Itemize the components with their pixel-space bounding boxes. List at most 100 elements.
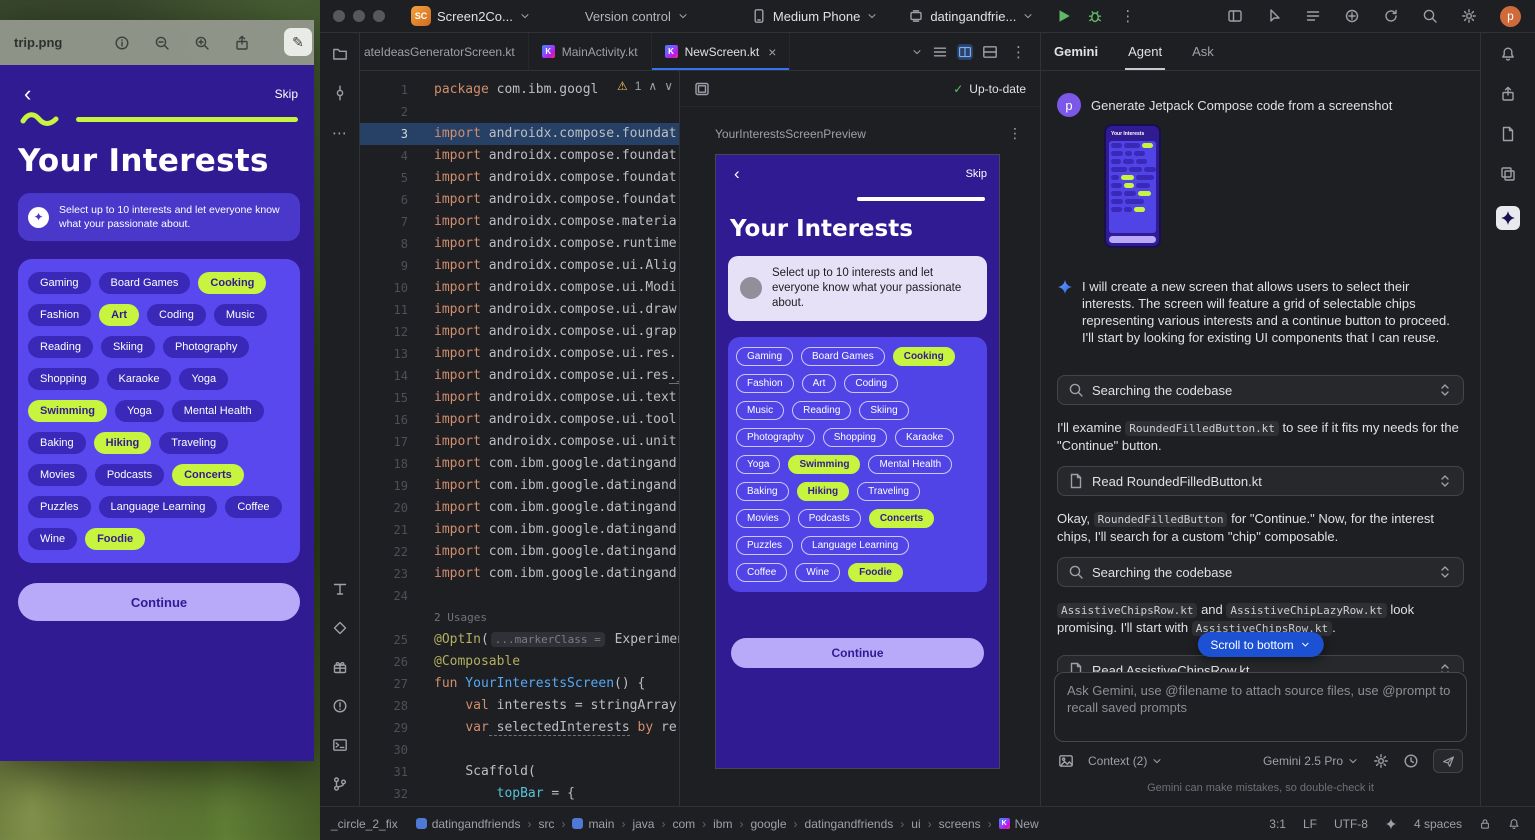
breadcrumb-google[interactable]: google — [750, 817, 786, 831]
code-line[interactable]: 14import androidx.compose.ui.res._ — [360, 365, 679, 387]
send-button[interactable] — [1433, 749, 1463, 773]
window-close-button[interactable] — [333, 10, 345, 22]
code-line[interactable]: 2 — [360, 101, 679, 123]
indent-style[interactable]: 4 spaces — [1414, 817, 1462, 831]
status-task[interactable]: _circle_2_fix — [331, 817, 398, 831]
markup-pencil-button[interactable]: ✎ — [284, 28, 312, 56]
problems-icon[interactable] — [332, 698, 348, 714]
code-line[interactable]: 6import androidx.compose.foundat — [360, 189, 679, 211]
breadcrumb-datingandfriends[interactable]: datingandfriends — [416, 817, 521, 831]
code-line[interactable]: 7import androidx.compose.materia — [360, 211, 679, 233]
editor-list-view-icon[interactable] — [932, 44, 948, 60]
model-selector[interactable]: Gemini 2.5 Pro — [1263, 754, 1359, 768]
gemini-tool-button[interactable] — [1496, 206, 1520, 230]
file-encoding[interactable]: UTF-8 — [1334, 817, 1368, 831]
resource-manager-icon[interactable] — [1500, 166, 1516, 182]
dependencies-icon[interactable] — [332, 620, 348, 636]
expand-collapse-icon[interactable] — [1437, 662, 1453, 672]
code-line[interactable]: 18import com.ibm.google.datingand — [360, 453, 679, 475]
notifications-icon[interactable] — [1500, 46, 1516, 62]
line-separator[interactable]: LF — [1303, 817, 1317, 831]
code-line[interactable]: 11import androidx.compose.ui.draw — [360, 299, 679, 321]
code-line[interactable]: 10import androidx.compose.ui.Modi — [360, 277, 679, 299]
share-icon[interactable] — [234, 35, 250, 51]
zoom-in-icon[interactable] — [194, 35, 210, 51]
breadcrumb-ibm[interactable]: ibm — [713, 817, 732, 831]
code-line[interactable]: 27fun YourInterestsScreen() { — [360, 673, 679, 695]
project-tool-icon[interactable] — [332, 46, 348, 62]
expand-collapse-icon[interactable] — [1437, 564, 1453, 580]
code-line[interactable]: 24 — [360, 585, 679, 607]
code-line[interactable]: 21import com.ibm.google.datingand — [360, 519, 679, 541]
device-explorer-icon[interactable] — [1500, 126, 1516, 142]
breadcrumb-ui[interactable]: ui — [911, 817, 920, 831]
code-line[interactable]: 12import androidx.compose.ui.grap — [360, 321, 679, 343]
run-config-selector[interactable]: datingandfrie... — [908, 8, 1034, 24]
code-line[interactable]: 20import com.ibm.google.datingand — [360, 497, 679, 519]
code-line[interactable]: 30 — [360, 739, 679, 761]
vcs-widget[interactable]: Version control — [585, 9, 689, 24]
ai-status-icon[interactable] — [1385, 818, 1397, 830]
scroll-to-bottom-button[interactable]: Scroll to bottom — [1197, 632, 1323, 657]
agent-action-searching-the-codebase[interactable]: Searching the codebase — [1057, 375, 1464, 405]
tab-list-chevron-icon[interactable] — [911, 46, 923, 58]
layout-inspector-icon[interactable] — [332, 581, 348, 597]
preview-canvas[interactable]: ‹ Skip Your Interests Select up to 10 in… — [715, 154, 1000, 769]
split-view-icon[interactable] — [957, 44, 973, 60]
device-selector[interactable]: Medium Phone — [751, 8, 878, 24]
preview-options-icon[interactable]: ⋮ — [1008, 125, 1022, 142]
split-bottom-icon[interactable] — [982, 44, 998, 60]
sync-icon[interactable] — [1383, 8, 1399, 24]
close-tab-icon[interactable]: × — [768, 44, 776, 60]
editor-more-icon[interactable]: ⋮ — [1007, 43, 1030, 61]
more-actions-icon[interactable]: ⋮ — [1116, 7, 1139, 25]
profiler-icon[interactable] — [1266, 8, 1282, 24]
tab-agent[interactable]: Agent — [1128, 33, 1162, 70]
code-line[interactable]: 28 val interests = stringArray — [360, 695, 679, 717]
window-minimize-button[interactable] — [353, 10, 365, 22]
code-line[interactable]: 23import com.ibm.google.datingand — [360, 563, 679, 585]
code-line[interactable]: 15import androidx.compose.ui.text — [360, 387, 679, 409]
code-line[interactable]: 9import androidx.compose.ui.Alig — [360, 255, 679, 277]
gemini-settings-icon[interactable] — [1373, 753, 1389, 769]
user-avatar[interactable]: p — [1500, 6, 1521, 27]
breadcrumb-java[interactable]: java — [632, 817, 654, 831]
debug-button[interactable] — [1087, 8, 1103, 24]
history-icon[interactable] — [1403, 753, 1419, 769]
ui-check-mode-icon[interactable] — [694, 81, 710, 97]
settings-icon[interactable] — [1461, 8, 1477, 24]
tab-ask[interactable]: Ask — [1192, 33, 1214, 70]
breadcrumb-datingandfriends[interactable]: datingandfriends — [805, 817, 894, 831]
plugins-icon[interactable] — [1344, 8, 1360, 24]
code-editor[interactable]: 1package com.ibm.googl23import androidx.… — [360, 71, 680, 806]
gemini-prompt-input[interactable]: Ask Gemini, use @filename to attach sour… — [1054, 672, 1467, 742]
code-line[interactable]: 19import com.ibm.google.datingand — [360, 475, 679, 497]
breadcrumb-src[interactable]: src — [538, 817, 554, 831]
usages-hint[interactable]: 2 Usages — [434, 611, 487, 624]
expand-collapse-icon[interactable] — [1437, 473, 1453, 489]
build-status[interactable]: ✓ Up-to-date — [953, 82, 1026, 96]
agent-action-read-roundedfilledbutton-kt[interactable]: Read RoundedFilledButton.kt — [1057, 466, 1464, 496]
logcat-icon[interactable] — [1305, 8, 1321, 24]
code-line[interactable]: 8import androidx.compose.runtime — [360, 233, 679, 255]
more-tools-icon[interactable]: ⋯ — [332, 124, 347, 142]
code-line[interactable]: 17import androidx.compose.ui.unit — [360, 431, 679, 453]
breadcrumb-com[interactable]: com — [672, 817, 695, 831]
attached-screenshot-thumbnail[interactable]: Your Interests — [1104, 124, 1161, 248]
breadcrumb-new[interactable]: New — [999, 817, 1039, 831]
code-line[interactable]: 16import androidx.compose.ui.tool — [360, 409, 679, 431]
search-everywhere-icon[interactable] — [1422, 8, 1438, 24]
caret-position[interactable]: 3:1 — [1269, 817, 1286, 831]
breadcrumb-screens[interactable]: screens — [939, 817, 981, 831]
running-devices-icon[interactable] — [1500, 86, 1516, 102]
code-line[interactable]: 5import androidx.compose.foundat — [360, 167, 679, 189]
editor-tab-ateideasgeneratorscreen-kt[interactable]: ateIdeasGeneratorScreen.kt — [360, 33, 529, 70]
prev-problem-icon[interactable]: ∧ — [648, 79, 657, 93]
commit-tool-icon[interactable] — [332, 85, 348, 101]
agent-action-read-assistivechipsrow-kt[interactable]: Read AssistiveChipsRow.kt — [1057, 655, 1464, 672]
window-zoom-button[interactable] — [373, 10, 385, 22]
code-line[interactable]: 3import androidx.compose.foundat — [360, 123, 679, 145]
info-icon[interactable] — [114, 35, 130, 51]
warning-count[interactable]: 1 — [635, 79, 642, 93]
code-line[interactable]: 2 Usages — [360, 607, 679, 629]
